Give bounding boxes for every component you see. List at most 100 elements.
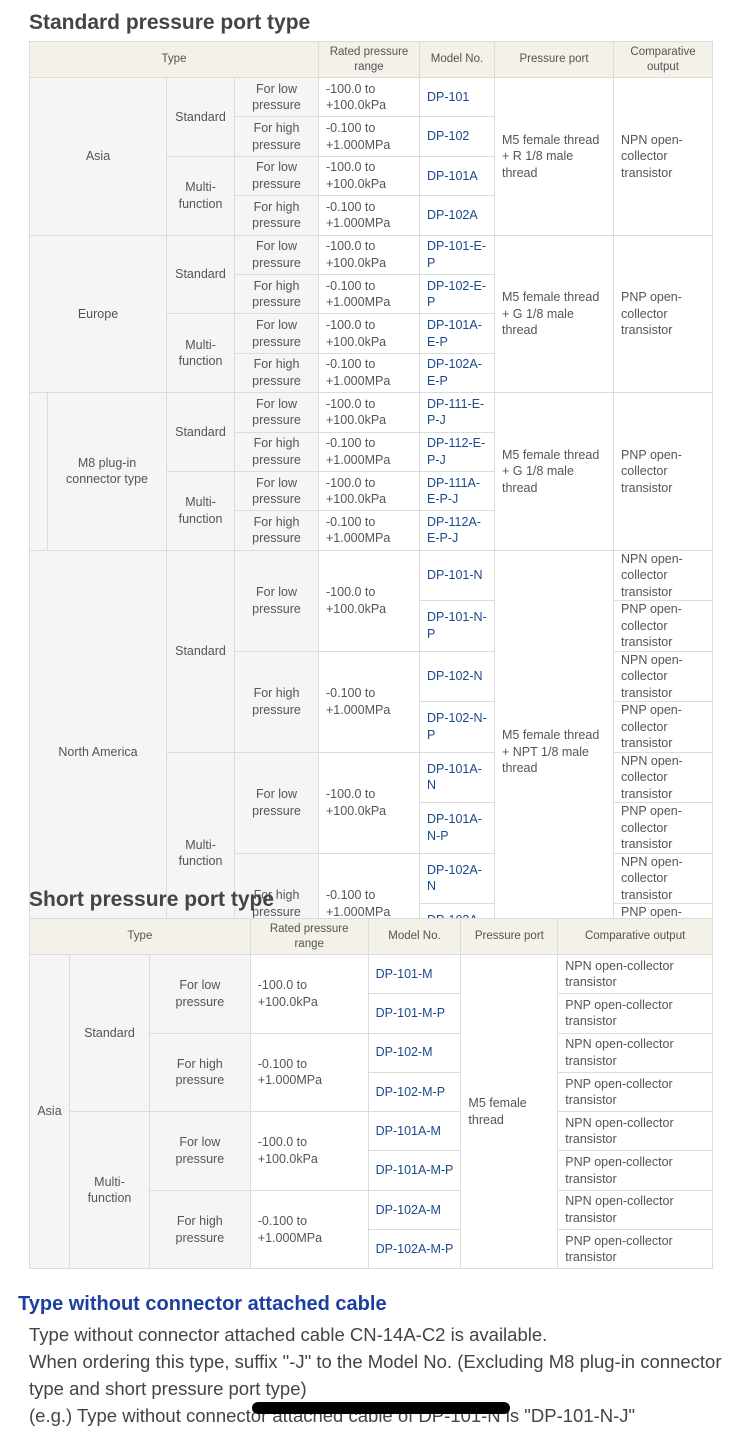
range-cell: -0.100 to +1.000MPa (318, 352, 420, 394)
range-cell: -0.100 to +1.000MPa (318, 273, 420, 315)
model-link[interactable]: DP-111A-E-P-J (427, 476, 480, 507)
model-cell: DP-102A-M (367, 1189, 462, 1231)
table-row: North America Standard For low pressure -10… (29, 549, 713, 955)
output-cell: NPN open-collector transistor (557, 953, 713, 995)
range-cell: -100.0 to +100.0kPa (318, 155, 420, 197)
model-link[interactable]: DP-112A-E-P-J (427, 515, 481, 546)
pressure-type-cell: For low pressure (234, 751, 319, 854)
short-header-range: Rated pressure range (249, 918, 369, 955)
output-cell: NPN open-collector transistor (613, 549, 713, 602)
model-link[interactable]: DP-101A-N (427, 762, 482, 793)
function-cell: Standard (166, 234, 235, 315)
pressure-type-cell: For high pressure (148, 1189, 251, 1270)
model-link[interactable]: DP-101A-M-P (376, 1163, 454, 1177)
model-link[interactable]: DP-101A-E-P (427, 318, 482, 349)
function-cell: Multi-function (166, 313, 235, 394)
region-cell: Europe (29, 234, 167, 394)
port-cell: M5 female thread + NPT 1/8 male thread (494, 549, 614, 955)
range-cell: -0.100 to +1.000MPa (318, 510, 420, 551)
standard-section-title: Standard pressure port type (29, 11, 311, 34)
output-cell: NPN open-collector transistor (613, 650, 713, 703)
model-link[interactable]: DP-102-N-P (427, 711, 487, 742)
range-cell: -0.100 to +1.000MPa (249, 1032, 369, 1113)
model-cell: DP-101A-N-P (419, 802, 495, 854)
model-link[interactable]: DP-101A-N-P (427, 812, 482, 843)
model-link[interactable]: DP-102A-M-P (376, 1242, 454, 1256)
model-link[interactable]: DP-102A (427, 208, 478, 222)
header-output: Comparative output (613, 41, 713, 78)
output-cell: PNP open-collector transistor (613, 392, 713, 551)
table-row: Asia Standard For low pressure -100.0 to +1… (29, 76, 713, 236)
pressure-type-cell: For low pressure (148, 1111, 251, 1191)
model-link[interactable]: DP-101A (427, 169, 478, 183)
range-cell: -0.100 to +1.000MPa (318, 431, 420, 472)
pressure-type-cell: For high pressure (234, 510, 319, 551)
pressure-type-cell: For low pressure (234, 392, 319, 433)
model-cell: DP-102A-M-P (367, 1229, 462, 1270)
function-cell: Standard (166, 549, 235, 753)
pressure-type-cell: For high pressure (234, 352, 319, 394)
model-link[interactable]: DP-101-N-P (427, 610, 487, 641)
pressure-type-cell: For low pressure (234, 549, 319, 652)
spacer-cell (29, 392, 48, 551)
model-cell: DP-102-E-P (419, 273, 495, 315)
region-cell: Asia (29, 953, 70, 1270)
note-title: Type without connector attached cable (18, 1293, 387, 1315)
model-link[interactable]: DP-102A-M (376, 1203, 441, 1217)
model-cell: DP-102A (419, 195, 495, 236)
model-cell: DP-101-M (367, 953, 462, 995)
region-cell: M8 plug-in connector type (47, 392, 167, 551)
model-link[interactable]: DP-101 (427, 90, 469, 104)
range-cell: -100.0 to +100.0kPa (318, 76, 420, 118)
pressure-type-cell: For high pressure (234, 116, 319, 157)
model-link[interactable]: DP-101-M (376, 967, 433, 981)
range-cell: -100.0 to +100.0kPa (318, 549, 420, 652)
model-cell: DP-102A-E-P (419, 352, 495, 394)
model-link[interactable]: DP-102-M-P (376, 1085, 445, 1099)
output-cell: NPN open-collector transistor (557, 1189, 713, 1231)
pressure-type-cell: For low pressure (234, 470, 319, 512)
model-link[interactable]: DP-102-M (376, 1045, 433, 1059)
pressure-type-cell: For high pressure (234, 431, 319, 472)
function-cell: Standard (166, 392, 235, 472)
model-cell: DP-102-M-P (367, 1071, 462, 1113)
output-cell: PNP open-collector transistor (613, 701, 713, 753)
table-row: Europe Standard For low pressure -100.0 to … (29, 234, 713, 394)
output-cell: PNP open-collector transistor (613, 600, 713, 652)
model-link[interactable]: DP-112-E-P-J (427, 436, 485, 467)
short-header-model: Model No. (367, 918, 462, 955)
pressure-type-cell: For low pressure (234, 234, 319, 275)
short-header-port: Pressure port (460, 918, 559, 955)
header-port: Pressure port (494, 41, 614, 78)
range-cell: -100.0 to +100.0kPa (249, 1111, 369, 1191)
range-cell: -0.100 to +1.000MPa (249, 1189, 369, 1270)
model-cell: DP-101 (419, 76, 495, 118)
model-link[interactable]: DP-102 (427, 129, 469, 143)
model-cell: DP-101-E-P (419, 234, 495, 275)
model-link[interactable]: DP-101-E-P (427, 239, 486, 270)
model-link[interactable]: DP-102-E-P (427, 279, 486, 310)
redaction-bar (252, 1402, 510, 1414)
function-cell: Standard (68, 953, 150, 1113)
header-type: Type (29, 41, 319, 78)
function-cell: Multi-function (166, 470, 235, 551)
output-cell: NPN open-collector transistor (613, 852, 713, 905)
pressure-type-cell: For low pressure (234, 76, 319, 118)
model-cell: DP-101A-N (419, 751, 495, 804)
model-link[interactable]: DP-102A-E-P (427, 357, 482, 388)
model-link[interactable]: DP-111-E-P-J (427, 397, 484, 428)
function-cell: Multi-function (166, 155, 235, 236)
model-link[interactable]: DP-102-N (427, 669, 483, 683)
pressure-type-cell: For high pressure (234, 650, 319, 753)
pressure-type-cell: For low pressure (234, 155, 319, 197)
model-link[interactable]: DP-102A-N (427, 863, 482, 894)
output-cell: PNP open-collector transistor (557, 1150, 713, 1191)
pressure-type-cell: For high pressure (234, 195, 319, 236)
model-link[interactable]: DP-101A-M (376, 1124, 441, 1138)
range-cell: -100.0 to +100.0kPa (318, 392, 420, 433)
model-link[interactable]: DP-101-M-P (376, 1006, 445, 1020)
model-link[interactable]: DP-101-N (427, 568, 483, 582)
model-cell: DP-102A-N (419, 852, 495, 905)
port-cell: M5 female thread + G 1/8 male thread (494, 392, 614, 551)
model-cell: DP-102-N-P (419, 701, 495, 753)
